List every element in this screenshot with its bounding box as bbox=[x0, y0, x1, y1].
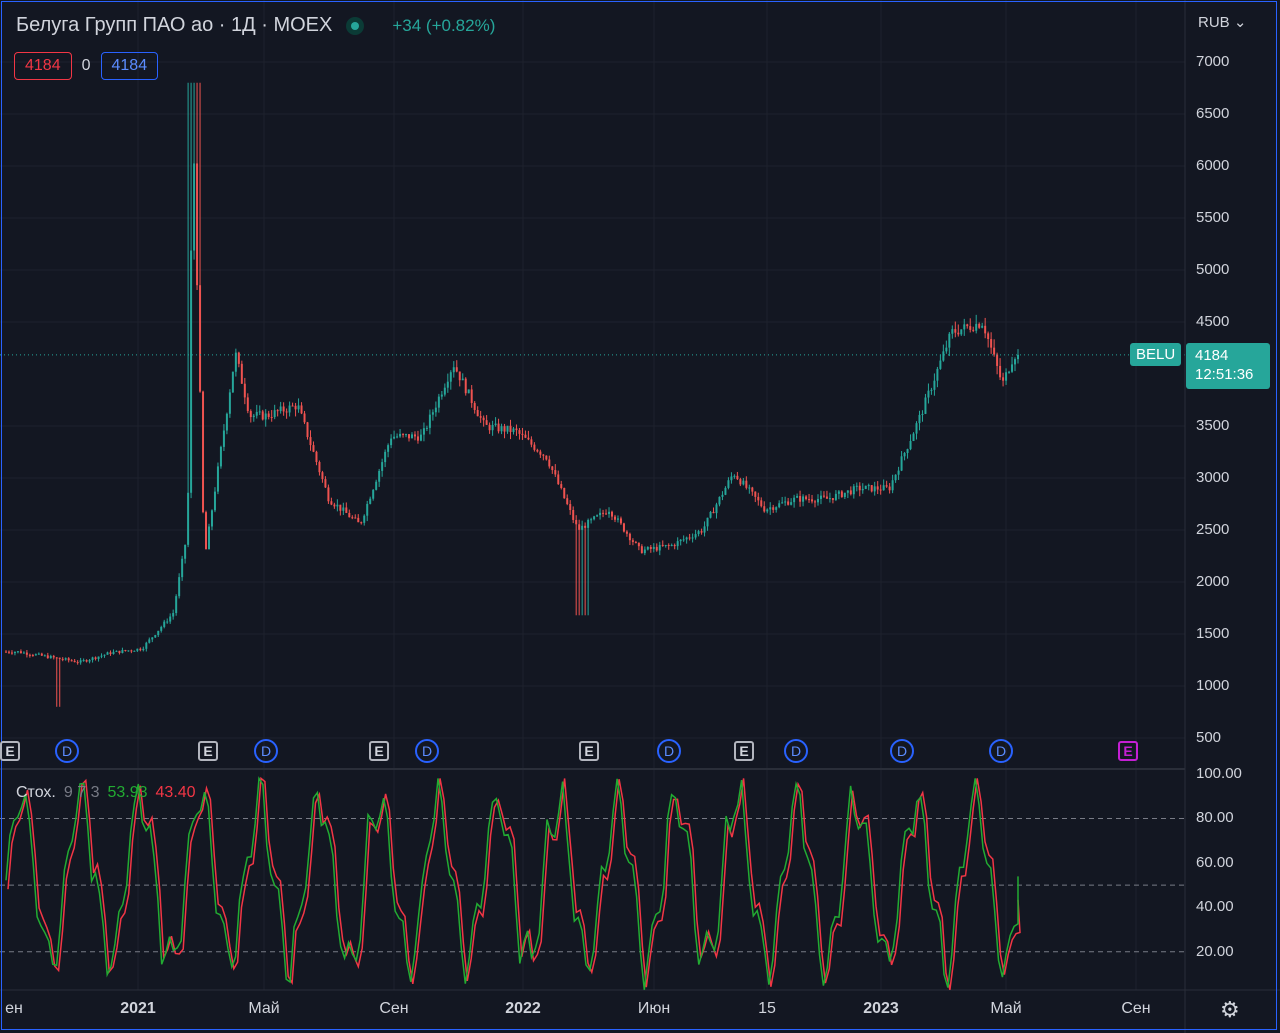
time-tick-4: 2022 bbox=[505, 1000, 541, 1017]
price-tick-2: 6000 bbox=[1196, 157, 1230, 174]
dividend-marker[interactable]: D bbox=[890, 739, 914, 763]
price-tick-11: 1000 bbox=[1196, 677, 1230, 694]
time-tick-6: 15 bbox=[758, 1000, 776, 1017]
focus-frame bbox=[1, 1, 1277, 1030]
currency-label: RUB bbox=[1198, 14, 1230, 31]
dividend-marker[interactable]: D bbox=[415, 739, 439, 763]
earnings-marker[interactable]: E bbox=[734, 741, 754, 761]
chart-header: Белуга Групп ПАО ао · 1Д · MOEX +34 (+0.… bbox=[16, 14, 495, 37]
time-tick-3: Сен bbox=[379, 1000, 409, 1017]
trade-buttons: 4184 0 4184 bbox=[14, 52, 159, 80]
earnings-marker[interactable]: E bbox=[579, 741, 599, 761]
time-tick-9: Сен bbox=[1121, 1000, 1151, 1017]
earnings-marker[interactable]: E bbox=[198, 741, 218, 761]
stoch-tick-1: 80.00 bbox=[1196, 809, 1234, 827]
dividend-marker[interactable]: D bbox=[55, 739, 79, 763]
currency-dropdown[interactable]: RUB ⌄ bbox=[1198, 13, 1246, 31]
dividend-marker[interactable]: D bbox=[254, 739, 278, 763]
earnings-marker[interactable]: E bbox=[369, 741, 389, 761]
price-tick-6: 3500 bbox=[1196, 417, 1230, 434]
price-change: +34 (+0.82%) bbox=[392, 15, 496, 35]
stoch-tick-4: 20.00 bbox=[1196, 942, 1234, 960]
dividend-marker[interactable]: D bbox=[989, 739, 1013, 763]
earnings-marker[interactable]: E bbox=[1118, 741, 1138, 761]
symbol-badge: BELU bbox=[1130, 343, 1182, 366]
stoch-tick-3: 40.00 bbox=[1196, 898, 1234, 916]
time-tick-2: Май bbox=[248, 1000, 280, 1017]
price-tick-8: 2500 bbox=[1196, 521, 1230, 538]
price-tick-9: 2000 bbox=[1196, 573, 1230, 590]
time-tick-0: ен bbox=[5, 1000, 23, 1017]
symbol-title[interactable]: Белуга Групп ПАО ао · 1Д · MOEX bbox=[16, 14, 332, 37]
time-tick-8: Май bbox=[990, 1000, 1022, 1017]
market-status-icon bbox=[346, 16, 365, 35]
chevron-down-icon: ⌄ bbox=[1233, 14, 1247, 31]
stoch-k-value: 53.93 bbox=[107, 784, 148, 801]
stoch-params: 9 7 3 bbox=[63, 784, 100, 801]
earnings-marker[interactable]: E bbox=[0, 741, 20, 761]
stoch-tick-2: 60.00 bbox=[1196, 853, 1234, 871]
time-tick-1: 2021 bbox=[120, 1000, 156, 1017]
last-price-label: 4184 12:51:36 bbox=[1186, 343, 1270, 389]
buy-button[interactable]: 4184 bbox=[100, 52, 159, 80]
time-tick-7: 2023 bbox=[863, 1000, 899, 1017]
price-tick-12: 500 bbox=[1196, 729, 1222, 746]
spread-value: 0 bbox=[81, 57, 91, 74]
price-tick-4: 5000 bbox=[1196, 261, 1230, 278]
time-tick-5: Июн bbox=[637, 1000, 671, 1017]
dividend-marker[interactable]: D bbox=[657, 739, 681, 763]
price-tick-7: 3000 bbox=[1196, 469, 1230, 486]
sell-button[interactable]: 4184 bbox=[14, 52, 72, 80]
price-tick-5: 4500 bbox=[1196, 313, 1230, 330]
bar-countdown: 12:51:36 bbox=[1195, 366, 1254, 383]
price-tick-0: 7000 bbox=[1196, 53, 1230, 70]
stoch-name: Стох. bbox=[16, 784, 56, 801]
price-tick-10: 1500 bbox=[1196, 625, 1230, 642]
settings-gear-icon[interactable]: ⚙ bbox=[1220, 997, 1240, 1023]
stoch-legend[interactable]: Стох. 9 7 3 53.93 43.40 bbox=[16, 784, 196, 802]
last-price-value: 4184 bbox=[1195, 347, 1229, 364]
stoch-tick-0: 100.00 bbox=[1196, 765, 1242, 782]
stoch-d-value: 43.40 bbox=[155, 784, 196, 801]
price-tick-3: 5500 bbox=[1196, 209, 1230, 226]
dividend-marker[interactable]: D bbox=[784, 739, 808, 763]
price-tick-1: 6500 bbox=[1196, 105, 1230, 122]
